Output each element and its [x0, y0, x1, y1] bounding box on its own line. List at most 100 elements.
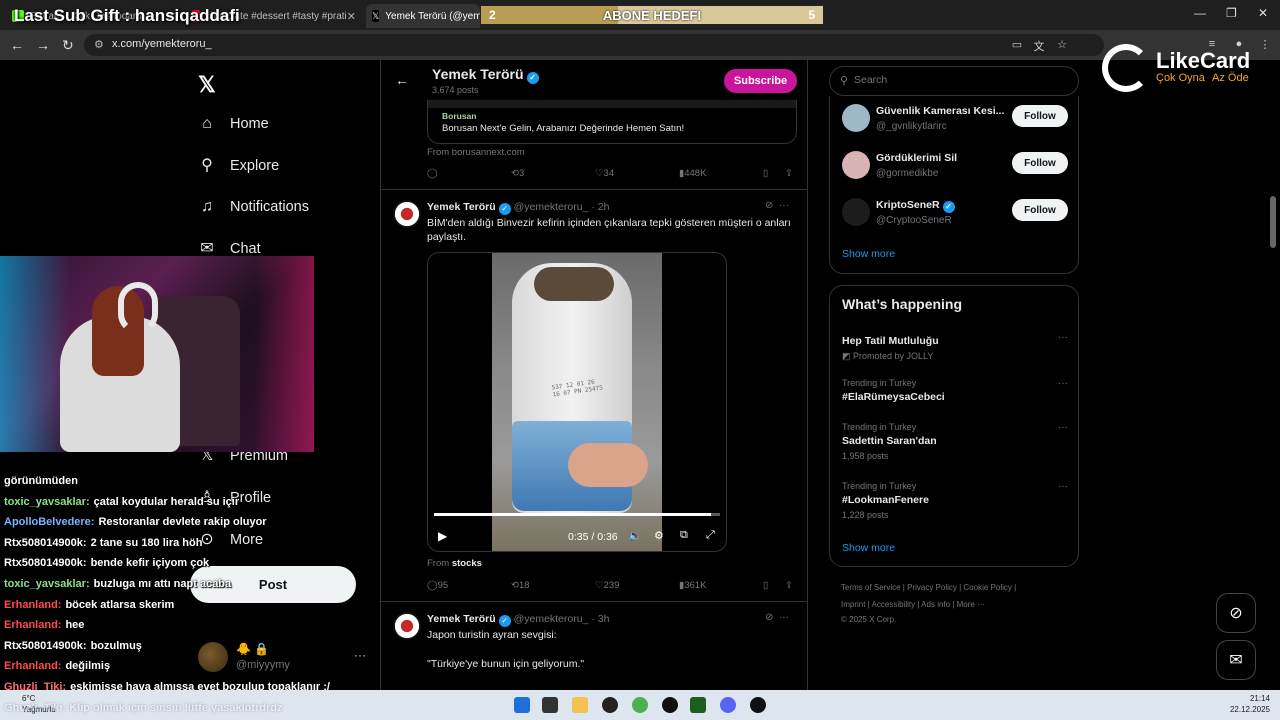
trend-item[interactable]: Trending in Turkey #ElaRümeysaCebeci ···	[842, 378, 1068, 403]
app-g-icon[interactable]	[662, 697, 678, 713]
avatar[interactable]	[393, 200, 421, 228]
nav-home[interactable]: ⌂ Home	[198, 115, 269, 133]
back-arrow-icon[interactable]: ←	[395, 72, 409, 88]
back-icon[interactable]: ←	[10, 37, 24, 53]
address-bar[interactable]: ⚙ x.com/yemekteroru_	[84, 34, 1104, 56]
footer-links[interactable]: Terms of Service | Privacy Policy | Cook…	[841, 583, 1016, 592]
nav-label: Explore	[230, 158, 280, 174]
more-icon[interactable]: ···	[779, 200, 789, 211]
copyright: © 2025 X Corp.	[841, 615, 897, 624]
views-button[interactable]: ▮ 448K	[679, 168, 706, 179]
obs-icon[interactable]	[602, 697, 618, 713]
browser-tab-active[interactable]: 𝕏 Yemek Terörü (@yemekter	[366, 4, 480, 28]
page-scrollbar[interactable]	[1270, 196, 1276, 248]
video-player[interactable]: S37 12 01 26 16 07 PN 25475 ▶ 0:35 / 0:36…	[427, 252, 727, 552]
author-handle[interactable]: @yemekteroru_ · 2h	[514, 201, 610, 213]
settings-gear-icon[interactable]: ⚙	[654, 529, 664, 542]
views-button[interactable]: ▮ 361K	[679, 580, 706, 591]
follow-suggestion[interactable]: Gördüklerimi Sil @gormedikbe Follow	[842, 149, 1068, 183]
minimize-icon[interactable]: —	[1194, 6, 1206, 20]
account-badges: 🐥 🔒	[236, 642, 270, 656]
fullscreen-icon[interactable]: ⤢	[706, 529, 715, 542]
share-icon[interactable]: ⇪	[785, 168, 793, 179]
grok-icon[interactable]: ⊘	[1216, 593, 1256, 633]
nav-notifications[interactable]: ♫ Notifications	[198, 198, 309, 216]
more-icon[interactable]: ···	[1058, 378, 1068, 389]
more-icon[interactable]: ···	[1058, 422, 1068, 433]
follow-suggestion[interactable]: KriptoSeneR ✓ @CryptooSeneR Follow	[842, 196, 1068, 230]
install-app-icon[interactable]: ▭	[1010, 38, 1024, 52]
author-name[interactable]: Yemek Terörü	[427, 613, 496, 625]
trend-title: Hep Tatil Mutluluğu	[842, 335, 939, 347]
repost-button[interactable]: ⟲ 18	[511, 580, 530, 591]
messages-icon[interactable]: ✉	[1216, 640, 1256, 680]
close-tab-icon[interactable]: ✕	[347, 10, 356, 23]
chat-username: Rtx508014900k:	[4, 536, 87, 549]
goal-target: 5	[808, 8, 815, 22]
search-box[interactable]: ⚲	[829, 66, 1079, 96]
nav-more[interactable]: ⊙ More	[198, 531, 263, 549]
maximize-icon[interactable]: ❐	[1226, 6, 1237, 20]
play-icon[interactable]: ▶	[438, 529, 447, 543]
trend-kicker: Trending in Turkey	[842, 378, 917, 388]
link-card[interactable]: Borusan Borusan Next'e Gelin, Arabanızı …	[427, 98, 797, 144]
who-to-follow-panel: Güvenlik Kamerası Kesi... @_gvnlikytlari…	[829, 96, 1079, 274]
app-g2-icon[interactable]	[750, 697, 766, 713]
system-clock[interactable]: 21:14 22.12.2025	[1226, 693, 1270, 715]
follow-button[interactable]: Follow	[1012, 105, 1068, 127]
search-input[interactable]	[854, 74, 1054, 86]
close-window-icon[interactable]: ✕	[1258, 6, 1268, 20]
show-more-link[interactable]: Show more	[842, 542, 895, 554]
trend-item[interactable]: Trending in Turkey Sadettin Saran'dan 1,…	[842, 422, 1068, 461]
browser-menu-icon[interactable]: ⋮	[1258, 38, 1272, 52]
author-handle[interactable]: @yemekteroru_ · 3h	[514, 613, 610, 625]
show-more-link[interactable]: Show more	[842, 248, 895, 260]
more-icon[interactable]: ···	[1058, 332, 1068, 343]
follow-button[interactable]: Follow	[1012, 152, 1068, 174]
trend-item[interactable]: Trending in Turkey #LookmanFenere 1,228 …	[842, 481, 1068, 520]
pip-icon[interactable]: ⧉	[680, 529, 688, 542]
footer-links[interactable]: Imprint | Accessibility | Ads info | Mor…	[841, 600, 985, 609]
suggestion-handle: @CryptooSeneR	[876, 215, 952, 226]
reply-button[interactable]: ◯ 95	[427, 580, 448, 591]
follow-button[interactable]: Follow	[1012, 199, 1068, 221]
follow-suggestion[interactable]: Güvenlik Kamerası Kesi... @_gvnlikytlari…	[842, 102, 1068, 136]
reload-icon[interactable]: ↻	[62, 37, 74, 54]
discord-icon[interactable]	[720, 697, 736, 713]
author-name[interactable]: Yemek Terörü	[427, 201, 496, 213]
like-button[interactable]: ♡ 239	[595, 580, 619, 591]
file-explorer-icon[interactable]	[572, 697, 588, 713]
card-source[interactable]: From borusannext.com	[427, 147, 525, 158]
start-icon[interactable]	[514, 697, 530, 713]
volume-icon[interactable]: 🔈	[628, 529, 642, 542]
terminal-icon[interactable]	[690, 697, 706, 713]
more-icon[interactable]: ···	[1058, 481, 1068, 492]
tweet-text: Japon turistin ayran sevgisi:	[427, 629, 557, 641]
reply-button[interactable]: ◯	[427, 168, 438, 179]
trend-item[interactable]: Hep Tatil Mutluluğu ◩ Promoted by JOLLY …	[842, 332, 1068, 362]
translate-icon[interactable]: 文	[1032, 38, 1046, 53]
nav-explore[interactable]: ⚲ Explore	[198, 157, 279, 175]
grok-icon[interactable]: ⊘	[765, 612, 773, 623]
bookmark-icon[interactable]: ▯	[763, 168, 768, 179]
avatar[interactable]	[393, 612, 421, 640]
share-icon[interactable]: ⇪	[785, 580, 793, 591]
site-info-icon[interactable]: ⚙	[94, 38, 104, 51]
repost-button[interactable]: ⟲ 3	[511, 168, 524, 179]
forward-icon[interactable]: →	[36, 37, 50, 53]
grok-icon[interactable]: ⊘	[765, 200, 773, 211]
nav-label: Chat	[230, 241, 261, 257]
bookmark-icon[interactable]: ▯	[763, 580, 768, 591]
x-logo-icon[interactable]: 𝕏	[198, 72, 216, 98]
bookmark-star-icon[interactable]: ☆	[1055, 38, 1069, 52]
chat-text: buzluga mı attı napt acaba	[93, 578, 232, 590]
account-switcher[interactable]: 🐥 🔒 @miyyymy ···	[198, 640, 370, 678]
task-view-icon[interactable]	[542, 697, 558, 713]
more-icon[interactable]: ···	[779, 612, 789, 623]
chrome-icon[interactable]	[632, 697, 648, 713]
subscribe-button[interactable]: Subscribe	[724, 69, 797, 93]
video-scrubber[interactable]	[434, 513, 720, 516]
like-button[interactable]: ♡ 34	[595, 168, 614, 179]
more-icon[interactable]: ···	[354, 648, 366, 662]
source-link[interactable]: stocks	[452, 558, 482, 569]
